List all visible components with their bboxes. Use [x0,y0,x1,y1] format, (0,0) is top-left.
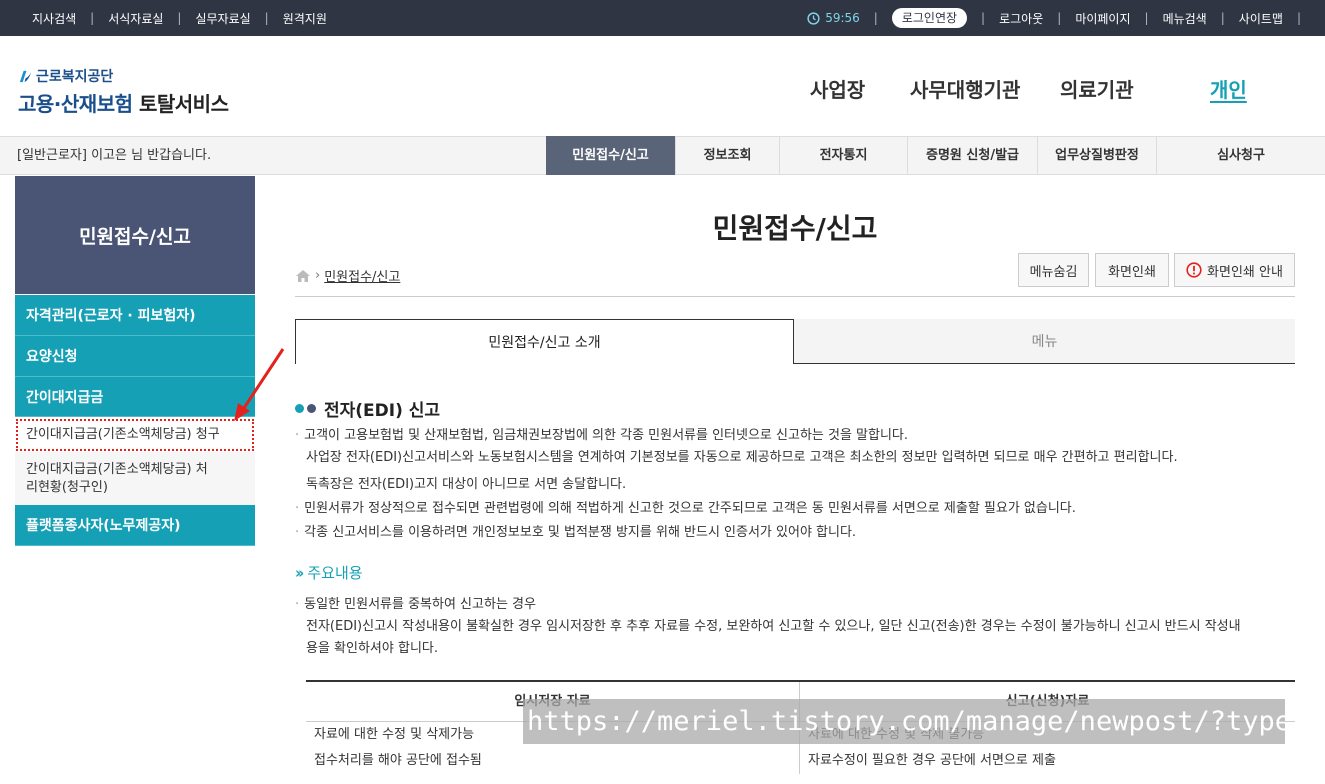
logo-org: 근로복지공단 [18,66,228,86]
title-divider [295,296,1295,297]
table-cell: 접수처리를 해야 공단에 접수됨 [306,748,800,774]
clock-icon [807,11,820,25]
sidebar-subitem-status[interactable]: 간이대지급금(기존소액체당금) 처리현황(청구인) [15,452,255,505]
gnb-agency[interactable]: 사무대행기관 [910,74,1020,103]
logo-org-text: 근로복지공단 [36,69,114,85]
table-cell: 자료수정이 필요한 경우 공단에 서면으로 제출 [808,753,1056,768]
main-content-para-2: 전자(EDI)신고시 작성내용이 불확실한 경우 임시저장한 후 추후 자료를 … [306,619,1241,634]
gnb-workplace[interactable]: 사업장 [810,74,865,103]
utility-links: 지사검색 | 서식자료실 | 실무자료실 | 원격지원 [18,0,341,36]
session-links: 59:56 | 로그인연장 | 로그아웃 | 마이페이지 | 메뉴검색 | 사이… [807,0,1301,36]
top-utility-bar: 지사검색 | 서식자료실 | 실무자료실 | 원격지원 59:56 | 로그인연장 |… [0,0,1325,36]
intro-para-1: · 고객이 고용보험법 및 산재보험법, 임금채권보장법에 의한 각종 민원서류를… [295,428,909,443]
tab-civil-report[interactable]: 민원접수/신고 [546,136,675,175]
site-logo[interactable]: 근로복지공단 고용·산재보험 토탈서비스 [18,66,229,117]
separator: | [1296,11,1301,25]
separator: | [981,11,986,25]
form-library-link[interactable]: 서식자료실 [94,10,177,27]
intro-para-3: 독촉장은 전자(EDI)고지 대상이 아니므로 서면 송달합니다. [306,477,627,492]
tab-disease-judgment[interactable]: 업무상질병판정 [1037,136,1156,175]
logo-service-a: 고용·산재보험 [18,92,133,116]
separator: | [873,11,878,25]
practice-library-link[interactable]: 실무자료실 [181,10,264,27]
logo-service-b: 토탈서비스 [138,92,229,116]
login-extend-button[interactable]: 로그인연장 [891,8,968,28]
breadcrumb: › 민원접수/신고 [295,266,400,285]
tab-info-inquiry[interactable]: 정보조회 [675,136,779,175]
separator: | [1144,11,1149,25]
timer-value: 59:56 [825,11,860,25]
separator: | [1057,11,1062,25]
intro-para-5: · 각종 신고서비스를 이용하려면 개인정보보호 및 법적분쟁 방지를 위해 반드… [295,525,857,540]
sidebar-item-simple-payment[interactable]: 간이대지급금 [15,377,255,417]
sidebar-item-platform-worker[interactable]: 플랫폼종사자(노무제공자) [15,505,255,546]
tab-certificate[interactable]: 증명원 신청/발급 [907,136,1037,175]
sub-title-text: 주요내용 [307,564,363,582]
gnb-medical[interactable]: 의료기관 [1060,74,1134,103]
main-content-text-1: 동일한 민원서류를 중복하여 신고하는 경우 [304,597,536,612]
sidebar-item-qualification[interactable]: 자격관리(근로자 · 피보험자) [15,295,255,336]
page-title: 민원접수/신고 [712,212,878,245]
breadcrumb-current[interactable]: 민원접수/신고 [324,266,400,285]
menu-search-link[interactable]: 메뉴검색 [1163,10,1207,27]
print-guide-button[interactable]: 화면인쇄 안내 [1174,253,1295,287]
section-title-text: 전자(EDI) 신고 [324,401,441,421]
separator: | [1220,11,1225,25]
section-title: 전자(EDI) 신고 [295,396,440,421]
intro-text-1: 고객이 고용보험법 및 산재보험법, 임금채권보장법에 의한 각종 민원서류를 … [304,428,909,443]
session-timer: 59:56 [807,11,860,25]
intro-text-5: 각종 신고서비스를 이용하려면 개인정보보호 및 법적분쟁 방지를 위해 반드시… [304,525,857,540]
chevron-right-icon: › [315,268,321,283]
print-guide-label: 화면인쇄 안내 [1207,264,1283,280]
main-content-para-3: 용을 확인하셔야 합니다. [306,641,438,656]
tab-introduction[interactable]: 민원접수/신고 소개 [295,319,794,364]
intro-para-2: 사업장 전자(EDI)신고서비스와 노동보험시스템을 연계하여 기본정보를 자동… [306,450,1178,465]
home-icon[interactable] [295,269,311,283]
hide-menu-button[interactable]: 메뉴숨김 [1018,253,1089,287]
intro-text-4: 민원서류가 정상적으로 접수되면 관련법령에 의해 적법하게 신고한 것으로 간… [304,501,1076,516]
logo-service: 고용·산재보험 토탈서비스 [18,88,229,117]
tab-menu[interactable]: 메뉴 [794,319,1295,364]
remote-support-link[interactable]: 원격지원 [269,10,341,27]
site-header: 근로복지공단 고용·산재보험 토탈서비스 사업장 사무대행기관 의료기관 개인 [0,36,1325,136]
sitemap-link[interactable]: 사이트맵 [1239,10,1283,27]
sidebar-title: 민원접수/신고 [15,176,255,294]
alert-icon [1186,262,1202,278]
logout-link[interactable]: 로그아웃 [999,10,1043,27]
sub-title: ›› 주요내용 [295,562,363,583]
print-button[interactable]: 화면인쇄 [1095,253,1169,287]
sub-nav-tabs: 민원접수/신고 정보조회 전자통지 증명원 신청/발급 업무상질병판정 심사청구 [546,136,1325,175]
branch-search-link[interactable]: 지사검색 [18,10,90,27]
intro-para-4: · 민원서류가 정상적으로 접수되면 관련법령에 의해 적법하게 신고한 것으로 … [295,501,1076,516]
logo-mark-icon [19,70,32,82]
mypage-link[interactable]: 마이페이지 [1075,10,1130,27]
tab-e-notice[interactable]: 전자통지 [779,136,907,175]
red-arrow-annotation [234,348,285,421]
sidebar-subitem-claim[interactable]: 간이대지급금(기존소액체당금) 청구 [15,418,255,452]
gnb-personal[interactable]: 개인 [1210,74,1247,103]
tab-review-request[interactable]: 심사청구 [1156,136,1325,175]
sidebar-item-care-application[interactable]: 요양신청 [15,336,255,377]
bullet-dots-icon [295,404,316,413]
table-row: 접수처리를 해야 공단에 접수됨 자료수정이 필요한 경우 공단에 서면으로 제… [306,748,1295,774]
welcome-message: [일반근로자] 이고은 님 반갑습니다. [17,148,212,163]
sub-nav-bar: [일반근로자] 이고은 님 반갑습니다. 민원접수/신고 정보조회 전자통지 증… [0,136,1325,175]
url-watermark: https://meriel.tistory.com/manage/newpos… [523,699,1285,744]
double-chevron-icon: ›› [295,563,305,582]
main-content-para-1: · 동일한 민원서류를 중복하여 신고하는 경우 [295,597,536,612]
